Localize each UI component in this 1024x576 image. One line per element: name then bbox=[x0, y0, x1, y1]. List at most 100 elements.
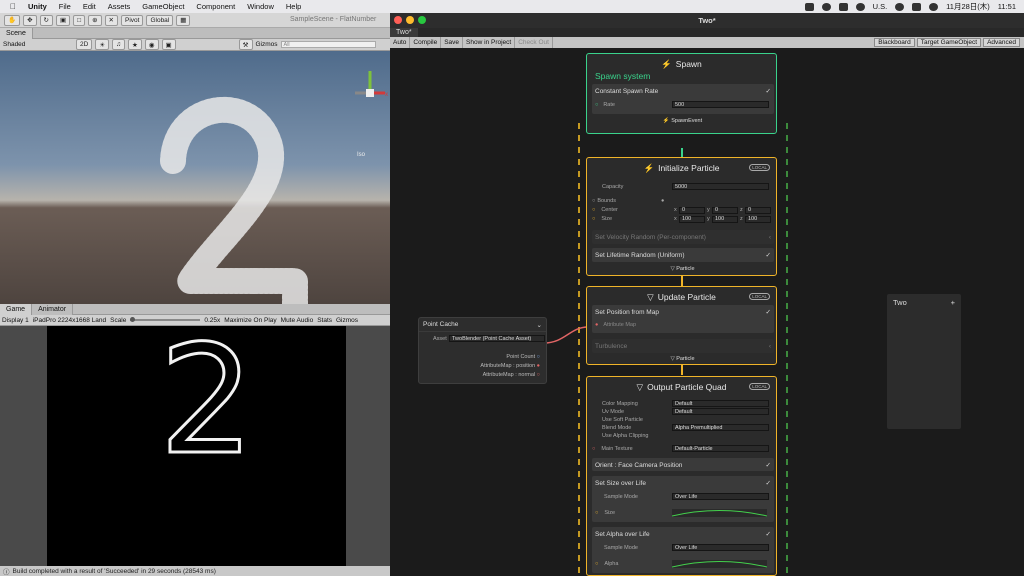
size-port-icon[interactable]: ○ bbox=[592, 216, 595, 222]
control-center-icon[interactable] bbox=[912, 2, 922, 11]
rect-tool-icon[interactable]: □ bbox=[73, 14, 86, 26]
set-position-from-map-block[interactable]: Set Position from Map ✓ ● Attribute Map bbox=[592, 305, 774, 333]
block-enabled-check[interactable]: ✓ bbox=[766, 87, 771, 95]
hidden-objects-icon[interactable]: ◉ bbox=[144, 39, 159, 50]
center-z-field[interactable]: 0 bbox=[745, 206, 771, 214]
alpha-curve-field[interactable] bbox=[672, 560, 767, 568]
mute-audio-toggle[interactable]: Mute Audio bbox=[281, 317, 314, 324]
save-button[interactable]: Save bbox=[441, 37, 464, 48]
search-icon[interactable] bbox=[929, 2, 939, 11]
grid-snap-icon[interactable]: ▦ bbox=[176, 14, 191, 26]
main-texture-field[interactable]: Default-Particle bbox=[672, 445, 769, 452]
menubar-time[interactable]: 11:51 bbox=[998, 2, 1016, 11]
pivot-button[interactable]: Pivot bbox=[121, 14, 144, 26]
menu-assets[interactable]: Assets bbox=[108, 2, 131, 11]
update-context[interactable]: ▽ Update Particle LOCAL Set Position fro… bbox=[586, 286, 777, 365]
resolution-dropdown[interactable]: iPadPro 2224x1668 Land bbox=[33, 317, 106, 324]
shading-mode-dropdown[interactable]: Shaded bbox=[3, 41, 73, 48]
cloud-icon[interactable] bbox=[821, 2, 831, 11]
center-y-field[interactable]: 0 bbox=[712, 206, 738, 214]
alpha-sample-mode-dropdown[interactable]: Over Life bbox=[672, 544, 769, 551]
game-gizmos-toggle[interactable]: Gizmos bbox=[336, 317, 358, 324]
spawn-system-name[interactable]: Spawn system bbox=[595, 71, 650, 81]
apple-icon[interactable]:  bbox=[10, 2, 22, 11]
center-port-icon[interactable]: ○ bbox=[592, 207, 595, 213]
color-mapping-dropdown[interactable]: Default bbox=[672, 400, 769, 407]
center-x-field[interactable]: 0 bbox=[679, 206, 705, 214]
dropbox-icon[interactable] bbox=[804, 2, 814, 11]
menu-gameobject[interactable]: GameObject bbox=[142, 2, 184, 11]
blend-mode-dropdown[interactable]: Alpha Premultiplied bbox=[672, 424, 769, 431]
lifetime-random-block[interactable]: Set Lifetime Random (Uniform) ✓ bbox=[592, 248, 774, 262]
menu-help[interactable]: Help bbox=[286, 2, 301, 11]
move-tool-icon[interactable]: ✥ bbox=[23, 14, 37, 26]
attributemap-position-slot[interactable]: AttributeMap : position ● bbox=[480, 363, 540, 369]
target-gameobject-toggle[interactable]: Target GameObject bbox=[916, 38, 982, 47]
volume-icon[interactable] bbox=[855, 2, 865, 11]
scene-view-mode-label[interactable]: Iso bbox=[357, 152, 365, 158]
display-dropdown[interactable]: Display 1 bbox=[2, 317, 29, 324]
menu-app-unity[interactable]: Unity bbox=[28, 2, 47, 11]
scale-tool-icon[interactable]: ▣ bbox=[56, 14, 71, 26]
tab-game[interactable]: Game bbox=[0, 303, 33, 315]
update-flow-output[interactable]: ▽ Particle bbox=[587, 356, 778, 362]
tools-settings-icon[interactable]: ⚒ bbox=[238, 39, 253, 50]
initialize-context[interactable]: ⚡ Initialize Particle LOCAL Capacity 500… bbox=[586, 157, 777, 276]
menu-file[interactable]: File bbox=[59, 2, 71, 11]
point-count-slot[interactable]: Point Count ○ bbox=[506, 354, 540, 360]
capacity-field[interactable]: 5000 bbox=[672, 183, 769, 190]
scene-view[interactable]: x Iso bbox=[0, 51, 390, 304]
size-curve-field[interactable] bbox=[672, 509, 767, 517]
rate-port-icon[interactable]: ○ bbox=[595, 102, 598, 108]
show-in-project-button[interactable]: Show in Project bbox=[463, 37, 516, 48]
scene-camera-icon[interactable]: ▣ bbox=[161, 39, 176, 50]
global-button[interactable]: Global bbox=[146, 14, 174, 26]
menu-window[interactable]: Window bbox=[247, 2, 274, 11]
init-local-badge[interactable]: LOCAL bbox=[749, 164, 770, 171]
size-sample-mode-dropdown[interactable]: Over Life bbox=[672, 493, 769, 500]
alpha-over-life-block[interactable]: Set Alpha over Life ✓ Sample Mode Over Li… bbox=[592, 527, 774, 573]
menu-edit[interactable]: Edit bbox=[83, 2, 96, 11]
block-enabled-check[interactable]: ✓ bbox=[766, 530, 771, 538]
effects-toggle-icon[interactable]: ★ bbox=[128, 39, 142, 50]
check-out-button[interactable]: Check Out bbox=[515, 37, 553, 48]
hierarchy-search-input[interactable]: All bbox=[280, 41, 376, 48]
blackboard-toggle[interactable]: Blackboard bbox=[874, 38, 915, 47]
stats-toggle[interactable]: Stats bbox=[317, 317, 332, 324]
minimize-window-icon[interactable] bbox=[406, 16, 414, 24]
uv-mode-dropdown[interactable]: Default bbox=[672, 408, 769, 415]
asset-field[interactable]: TwoBlender (Point Cache Asset) bbox=[449, 335, 545, 342]
point-cache-node[interactable]: Point Cache ⌄ Asset TwoBlender (Point Ca… bbox=[418, 317, 547, 384]
hand-tool-icon[interactable]: ✋ bbox=[4, 14, 21, 26]
blackboard-panel[interactable]: Two + bbox=[887, 294, 961, 429]
alpha-curve-port-icon[interactable]: ○ bbox=[595, 561, 598, 567]
menu-component[interactable]: Component bbox=[196, 2, 235, 11]
block-enabled-check[interactable]: ✓ bbox=[766, 308, 771, 316]
size-curve-port-icon[interactable]: ○ bbox=[595, 510, 598, 516]
output-local-badge[interactable]: LOCAL bbox=[749, 383, 770, 390]
custom-tool-icon[interactable]: ✕ bbox=[104, 14, 118, 26]
zoom-window-icon[interactable] bbox=[418, 16, 426, 24]
attribute-map-port-icon[interactable]: ● bbox=[595, 322, 598, 328]
scene-orientation-gizmo[interactable]: x bbox=[345, 57, 390, 117]
compile-button[interactable]: Compile bbox=[410, 37, 442, 48]
bounds-label[interactable]: Bounds bbox=[597, 198, 616, 204]
vfx-graph-canvas[interactable]: ⚡ Spawn Spawn system Constant Spawn Rate… bbox=[390, 48, 1024, 576]
attributemap-normal-slot[interactable]: AttributeMap : normal ○ bbox=[483, 372, 540, 378]
block-enabled-check[interactable]: ✓ bbox=[766, 479, 771, 487]
block-enabled-check[interactable]: ✓ bbox=[766, 251, 771, 259]
scale-slider-thumb[interactable] bbox=[130, 317, 136, 322]
auto-toggle[interactable]: Auto bbox=[390, 37, 411, 48]
output-context[interactable]: ▽ Output Particle Quad LOCAL Color Mappi… bbox=[586, 376, 777, 576]
block-collapse-icon[interactable]: ‹ bbox=[769, 343, 771, 350]
close-window-icon[interactable] bbox=[394, 16, 402, 24]
turbulence-block[interactable]: Turbulence ‹ bbox=[592, 339, 774, 353]
2d-toggle[interactable]: 2D bbox=[76, 39, 93, 50]
size-z-field[interactable]: 100 bbox=[745, 215, 771, 223]
tab-vfx-asset[interactable]: Two* bbox=[390, 28, 418, 37]
status-message[interactable]: Build completed with a result of 'Succee… bbox=[13, 568, 216, 575]
wifi-icon[interactable] bbox=[895, 2, 905, 11]
audio-toggle-icon[interactable]: ♫ bbox=[112, 39, 126, 50]
lighting-toggle-icon[interactable]: ☀ bbox=[95, 39, 110, 50]
main-texture-port-icon[interactable]: ○ bbox=[592, 446, 595, 452]
